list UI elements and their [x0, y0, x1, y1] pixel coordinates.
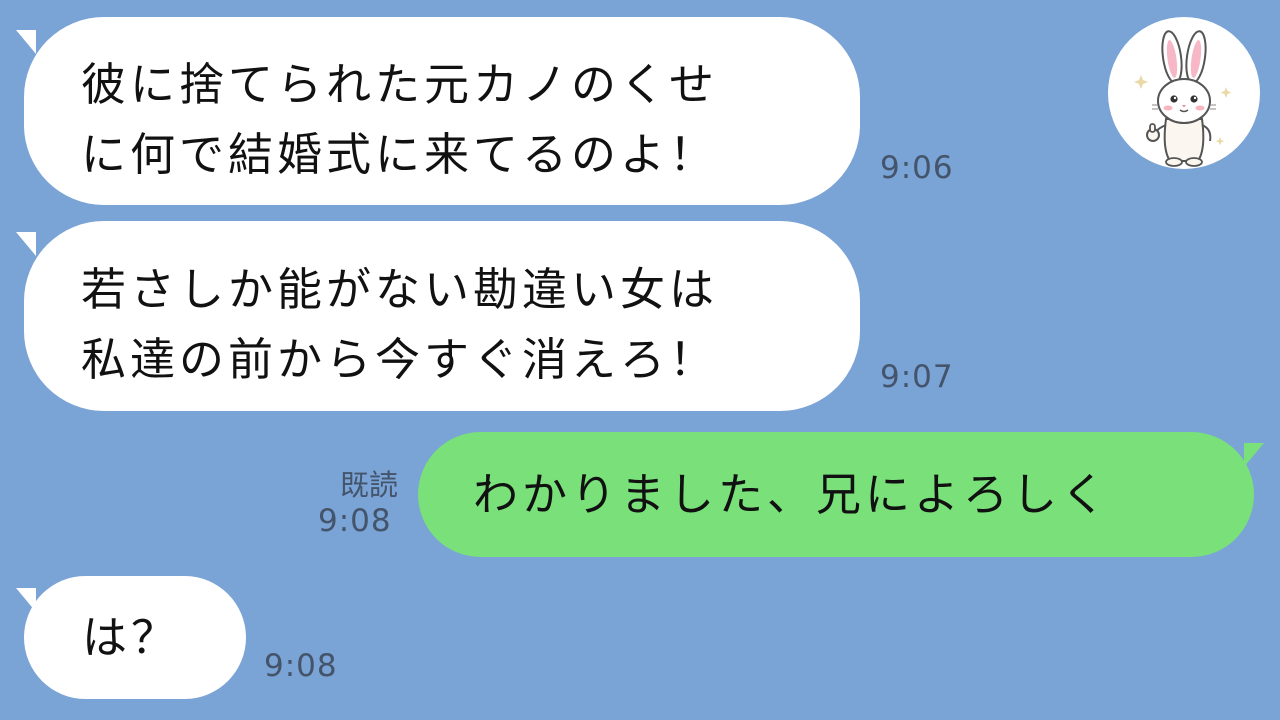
message-timestamp: 9:06	[880, 150, 954, 186]
message-bubble-incoming[interactable]: は？	[24, 576, 246, 699]
bubble-tail	[16, 232, 36, 256]
rabbit-thumbs-up-icon	[1134, 30, 1232, 167]
contact-avatar[interactable]	[1108, 17, 1260, 169]
message-bubble-outgoing[interactable]: わかりました、兄によろしく	[418, 432, 1254, 557]
message-line: に何で結婚式に来てるのよ！	[81, 128, 719, 181]
message-line: 彼に捨てられた元カノのくせ	[81, 58, 719, 111]
message-timestamp: 9:08	[264, 648, 338, 684]
message-timestamp: 9:07	[880, 359, 954, 395]
bubble-tail	[16, 30, 36, 54]
message-timestamp: 9:08	[318, 503, 392, 539]
message-bubble-incoming[interactable]: 彼に捨てられた元カノのくせ に何で結婚式に来てるのよ！	[24, 17, 860, 205]
message-line: 私達の前から今すぐ消えろ！	[81, 333, 719, 386]
chat-view: 彼に捨てられた元カノのくせ に何で結婚式に来てるのよ！ 9:06 若さしか能がな…	[0, 0, 1280, 720]
message-bubble-incoming[interactable]: 若さしか能がない勘違い女は 私達の前から今すぐ消えろ！	[24, 221, 860, 411]
message-line: 若さしか能がない勘違い女は	[81, 263, 719, 316]
message-line: は？	[82, 611, 181, 664]
bubble-tail	[1244, 443, 1264, 467]
message-line: わかりました、兄によろしく	[473, 468, 1111, 521]
read-receipt: 既読	[339, 468, 398, 502]
